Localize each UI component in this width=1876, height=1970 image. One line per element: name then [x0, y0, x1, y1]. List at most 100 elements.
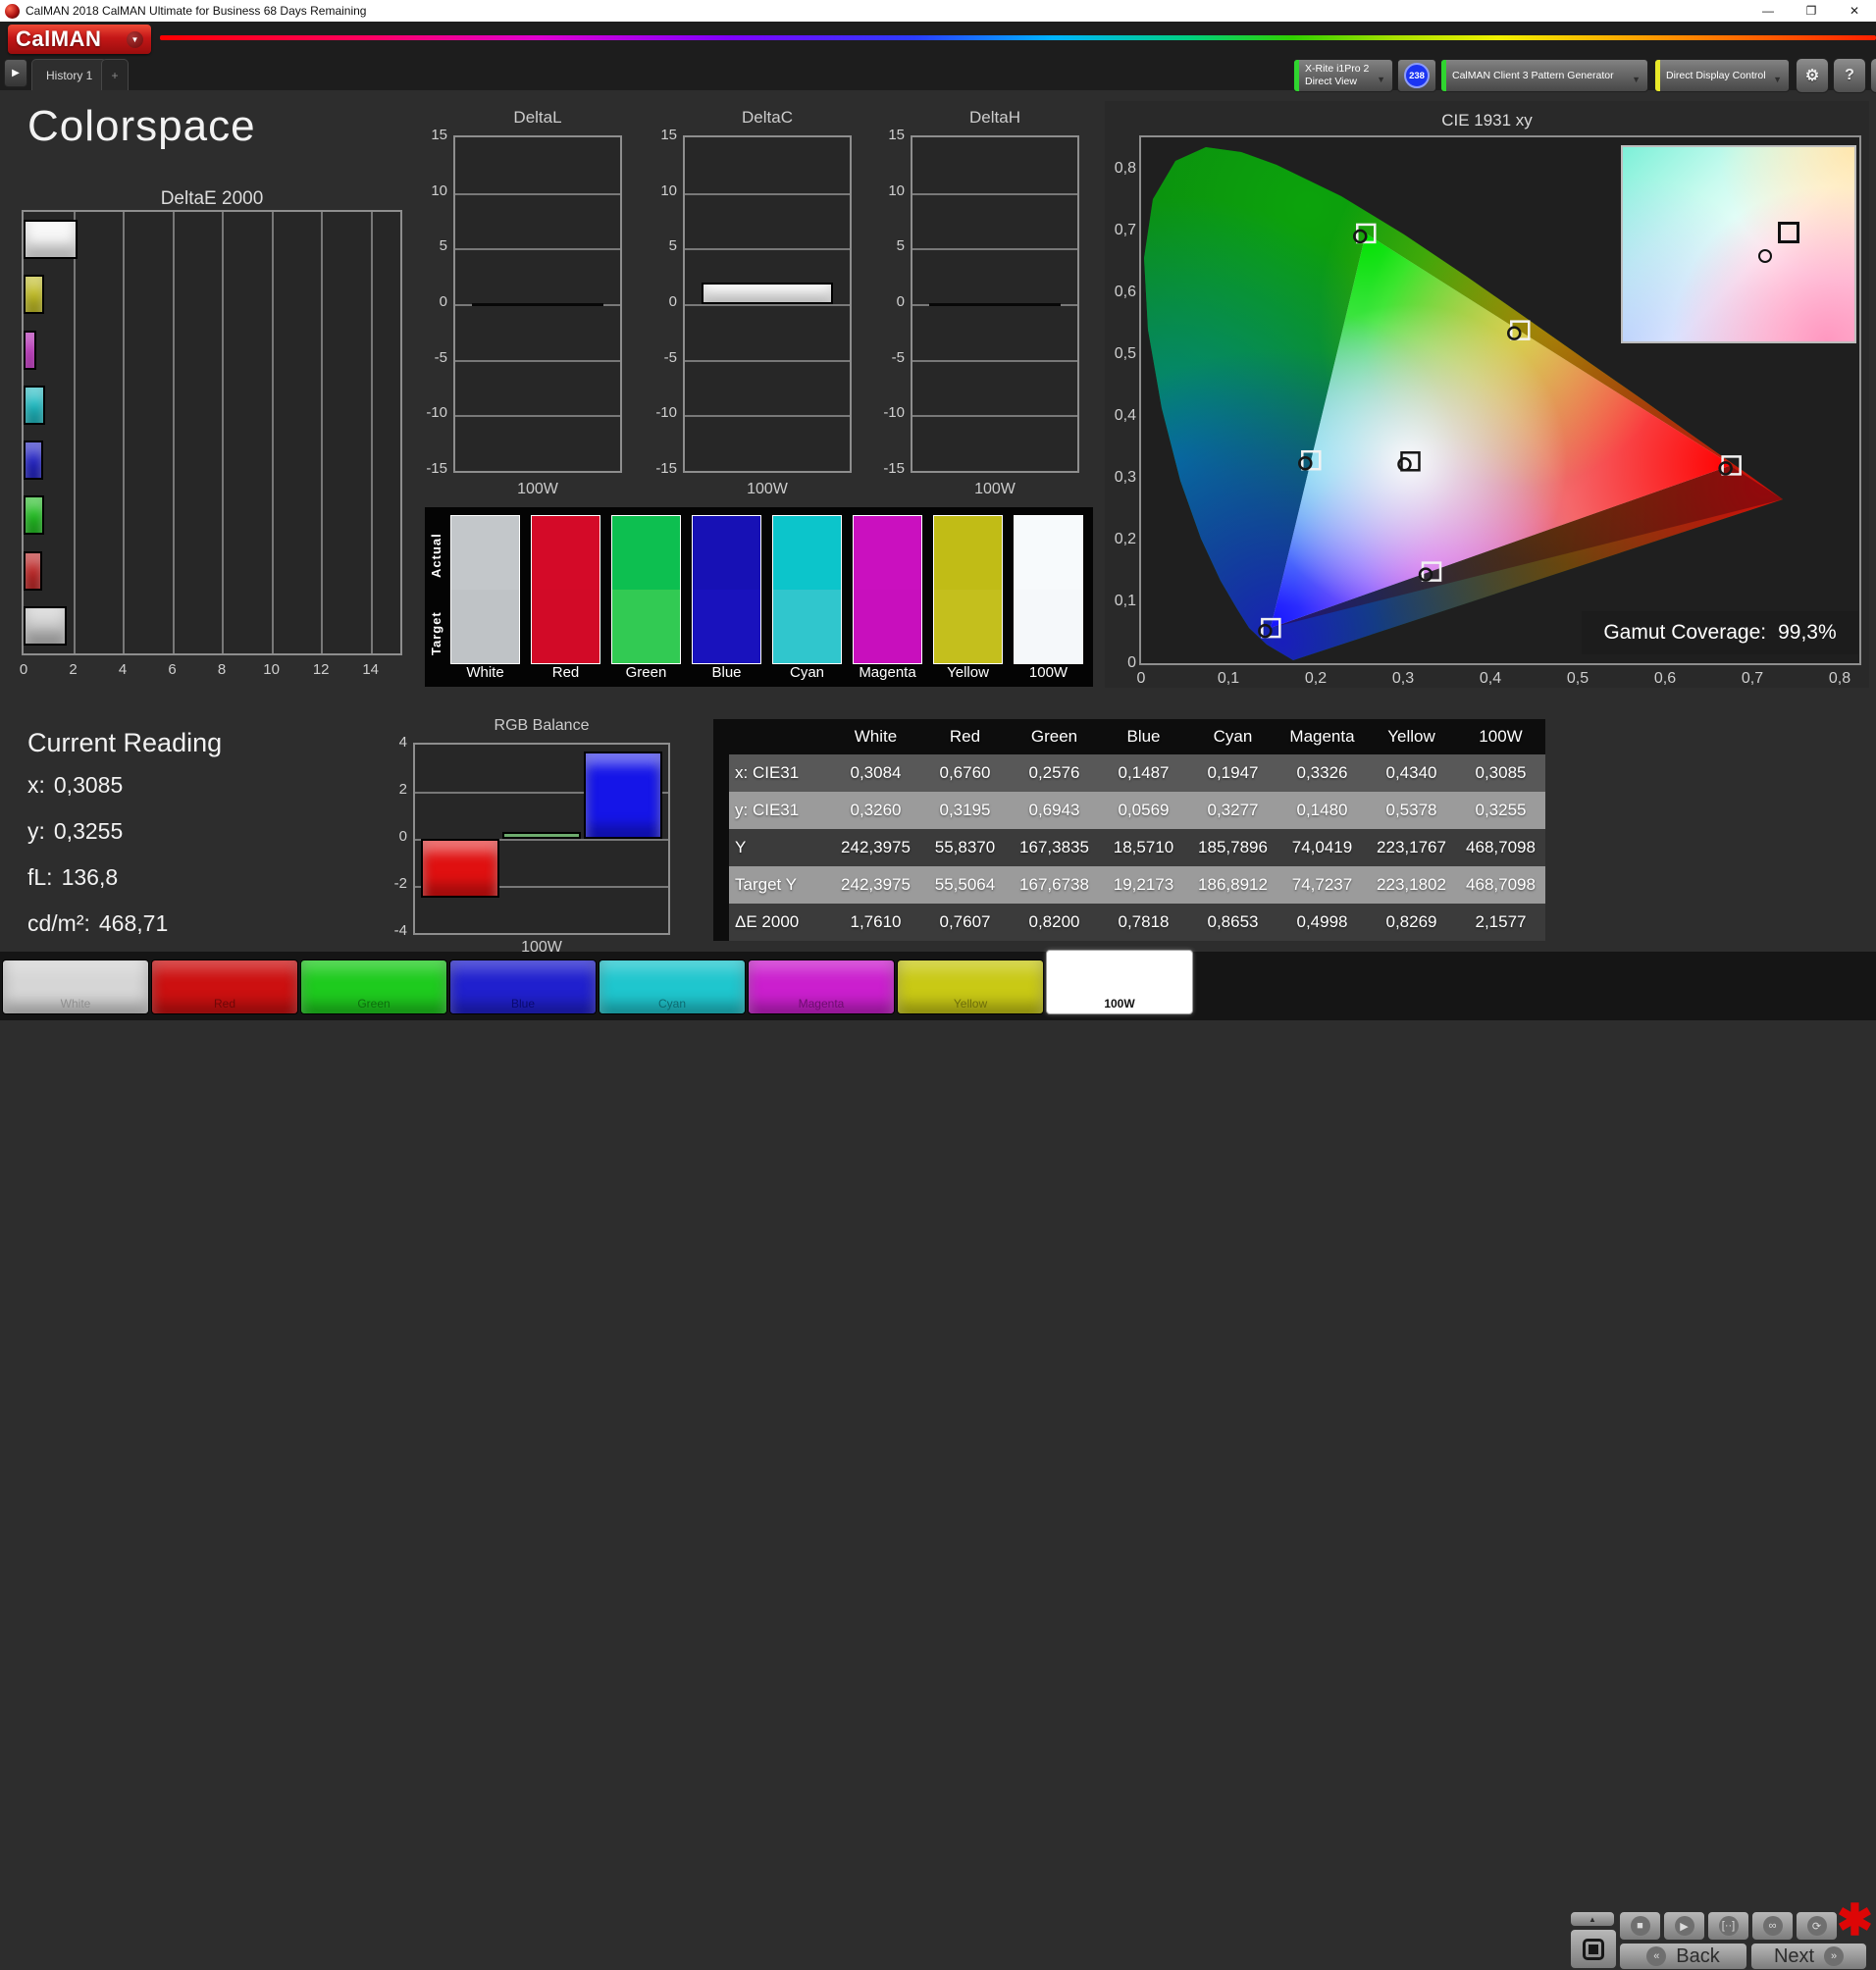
actual-row-label: Actual [429, 517, 446, 594]
history-panel-toggle[interactable]: ▶ [4, 59, 27, 87]
read-continuous-button[interactable]: ▶ [1663, 1911, 1705, 1941]
swatch-actual [612, 516, 680, 590]
delta-axis-tick-label: 15 [873, 127, 905, 143]
table-header-row: WhiteRedGreenBlueCyanMagentaYellow100W [713, 719, 1545, 754]
delta-axis-tick-label: 0 [873, 293, 905, 310]
swatch-target [934, 590, 1002, 663]
table-cell: 19,2173 [1099, 866, 1188, 904]
chevron-down-icon: ▼ [1632, 75, 1641, 84]
rgb-bar-red [421, 839, 499, 898]
pattern-button-white[interactable]: White [2, 959, 149, 1014]
gridline [455, 360, 620, 362]
table-row-target-y[interactable]: Target Y242,397555,5064167,673819,217318… [713, 866, 1545, 904]
deltae-bar-magenta [24, 331, 36, 370]
gridline [455, 248, 620, 250]
maximize-button[interactable]: ❐ [1790, 0, 1833, 22]
table-cell: 0,3326 [1277, 754, 1367, 792]
refresh-read-button[interactable]: ⟳ [1796, 1911, 1838, 1941]
display-control-dropdown[interactable]: Direct Display Control ▼ [1654, 59, 1790, 92]
reading-cdm2-value: 468,71 [99, 910, 168, 937]
pattern-button-cyan[interactable]: Cyan [599, 959, 746, 1014]
delta-axis-tick-label: 15 [416, 127, 447, 143]
swatch-green [611, 515, 681, 664]
deltah-chart: DeltaH 100W 151050-5-10-15 [873, 104, 1085, 496]
deltal-plot-area [453, 135, 622, 473]
table-row-y-cie31[interactable]: y: CIE310,32600,31950,69430,05690,32770,… [713, 792, 1545, 829]
calman-logo-menu[interactable]: CalMAN ▼ [8, 25, 151, 54]
swatch-panel-up-button[interactable]: ▲ [1570, 1911, 1615, 1927]
rgb-axis-tick-label: 4 [376, 734, 407, 751]
deltae-bar-red [24, 551, 42, 591]
table-cell: 0,1480 [1277, 792, 1367, 829]
table-row-x-cie31[interactable]: x: CIE310,30840,67600,25760,14870,19470,… [713, 754, 1545, 792]
deltac-chart-title: DeltaC [683, 108, 852, 128]
pattern-button-100w[interactable]: 100W [1046, 950, 1193, 1014]
delta-axis-tick-label: -5 [873, 349, 905, 366]
deltae-axis-tick-label: 4 [119, 661, 127, 678]
reading-cdm2: cd/m²: 468,71 [27, 910, 222, 937]
close-button[interactable]: ✕ [1833, 0, 1876, 22]
pattern-button-green[interactable]: Green [300, 959, 447, 1014]
deltal-chart: DeltaL 100W 151050-5-10-15 [416, 104, 628, 496]
help-button[interactable]: ? [1833, 58, 1866, 93]
table-cell: 1,7610 [831, 904, 920, 941]
gridline [74, 212, 76, 653]
table-gutter [713, 719, 729, 754]
header-band: CalMAN ▼ [0, 22, 1876, 57]
pattern-button-yellow[interactable]: Yellow [897, 959, 1044, 1014]
next-arrow-icon: » [1824, 1946, 1844, 1966]
cie-x-tick-label: 0,8 [1818, 670, 1861, 688]
read-loop-button[interactable]: ∞ [1751, 1911, 1794, 1941]
minimize-button[interactable]: — [1746, 0, 1790, 22]
rgb-bar-green [502, 832, 581, 839]
next-button[interactable]: Next » [1750, 1943, 1867, 1970]
deltae-bar-yellow [24, 275, 44, 314]
tab-history-1[interactable]: History 1 [31, 59, 107, 90]
rgb-balance-chart: RGB Balance 100W 420-2-4 [376, 717, 680, 959]
tab-add-button[interactable]: + [101, 59, 129, 90]
collapse-panel-button[interactable]: ◀ [1870, 58, 1876, 93]
play-icon: ▶ [1675, 1916, 1694, 1936]
stop-measure-button[interactable]: ■ [1619, 1911, 1661, 1941]
swatch-magenta [853, 515, 922, 664]
table-gutter [713, 866, 729, 904]
read-series-button[interactable]: [··] [1707, 1911, 1749, 1941]
pattern-button-blue[interactable]: Blue [449, 959, 597, 1014]
pattern-generator-label: CalMAN Client 3 Pattern Generator [1446, 70, 1620, 82]
gridline [912, 193, 1077, 195]
gridline [455, 415, 620, 417]
gridline [912, 360, 1077, 362]
swatch-target [1015, 590, 1082, 663]
cie-x-tick-label: 0,1 [1207, 670, 1250, 688]
reading-y-label: y: [27, 818, 45, 845]
meter-label: X-Rite i1Pro 2 Direct View [1299, 63, 1375, 87]
table-cell: 0,1487 [1099, 754, 1188, 792]
cie-y-tick-label: 0,7 [1107, 222, 1136, 239]
display-control-label: Direct Display Control [1660, 70, 1772, 82]
table-cell: 0,3085 [1456, 754, 1545, 792]
deltac-plot-area [683, 135, 852, 473]
swatch-actual [693, 516, 760, 590]
table-header-green: Green [1010, 719, 1099, 754]
swatch-target [612, 590, 680, 663]
pattern-button-magenta[interactable]: Magenta [748, 959, 895, 1014]
deltac-chart: DeltaC 100W 151050-5-10-15 [646, 104, 858, 496]
table-gutter [713, 792, 729, 829]
meter-dropdown[interactable]: X-Rite i1Pro 2 Direct View ▼ [1293, 59, 1393, 92]
pattern-generator-dropdown[interactable]: CalMAN Client 3 Pattern Generator ▼ [1440, 59, 1648, 92]
stop-icon: ■ [1631, 1916, 1650, 1936]
pattern-button-label: Cyan [599, 997, 745, 1011]
back-button[interactable]: « Back [1619, 1943, 1747, 1970]
rainbow-gradient-bar [160, 35, 1876, 40]
pattern-window-button[interactable] [1570, 1929, 1617, 1969]
pattern-button-red[interactable]: Red [151, 959, 298, 1014]
settings-button[interactable]: ⚙ [1796, 58, 1829, 93]
app-icon [5, 4, 20, 19]
table-row-δe-2000[interactable]: ΔE 20001,76100,76070,82000,78180,86530,4… [713, 904, 1545, 941]
white-point-target-marker [1778, 222, 1799, 243]
table-cell: 0,5378 [1367, 792, 1456, 829]
cie-y-tick-label: 0,6 [1107, 284, 1136, 301]
table-row-y[interactable]: Y242,397555,8370167,383518,5710185,78967… [713, 829, 1545, 866]
gridline [685, 360, 850, 362]
table-cell: 0,4340 [1367, 754, 1456, 792]
